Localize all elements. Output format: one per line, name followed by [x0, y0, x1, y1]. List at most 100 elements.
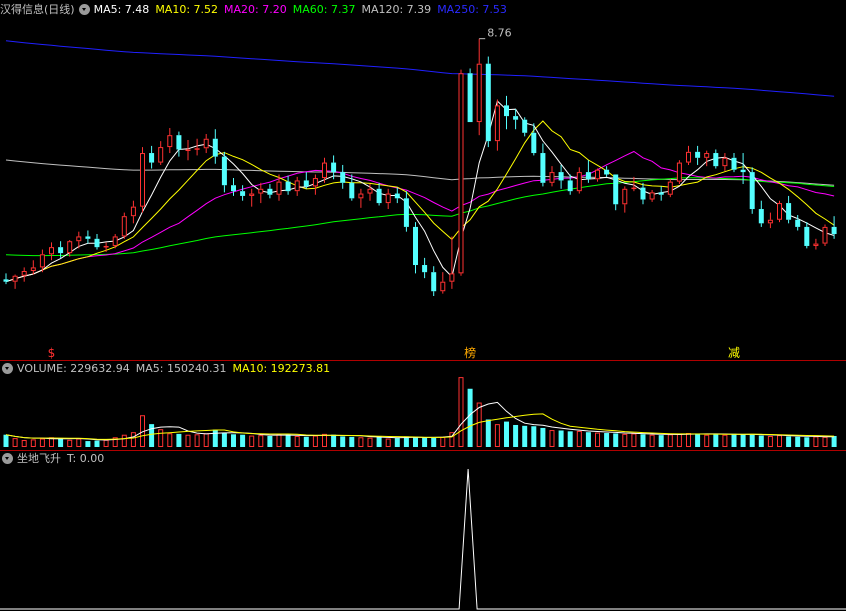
candle-body-down — [240, 191, 246, 196]
candle-body-up — [576, 172, 582, 192]
candle-body-down — [376, 188, 382, 204]
candle-body-up — [622, 188, 628, 205]
volume-bar-down — [349, 436, 355, 447]
candle-body-down — [485, 63, 491, 142]
volume-bar-up — [121, 434, 127, 447]
volume-bar-down — [431, 437, 437, 447]
volume-bar-down — [240, 434, 246, 447]
candle-body-down — [585, 172, 591, 180]
volume-bar-up — [576, 430, 582, 448]
candle-body-down — [604, 169, 610, 175]
candle-body-up — [686, 151, 691, 163]
candle-body-up — [440, 281, 446, 292]
volume-bar-up — [595, 432, 600, 447]
volume-bar-up — [203, 433, 209, 447]
candle-body-down — [786, 203, 792, 220]
candle-body-down — [567, 180, 573, 192]
candle-body-down — [413, 226, 418, 266]
volume-dropdown-icon[interactable] — [2, 363, 13, 374]
volume-bar-down — [176, 433, 182, 447]
volume-bar-down — [394, 438, 400, 447]
candle-body-down — [658, 192, 664, 195]
volume-bar-up — [385, 438, 391, 447]
volume-bar-down — [422, 437, 428, 447]
candle-body-down — [795, 219, 801, 227]
volume-bar-up — [249, 435, 255, 447]
indicator-t-label: T: 0.00 — [67, 452, 105, 465]
volume-bar-down — [695, 433, 701, 447]
volume-bar-up — [30, 439, 36, 448]
candle-body-up — [76, 236, 82, 242]
volume-bar-down — [731, 433, 737, 447]
candle-body-down — [349, 182, 355, 199]
volume-bar-down — [340, 436, 346, 447]
volume-bar-up — [813, 436, 819, 448]
volume-bar-down — [413, 436, 418, 447]
candle-body-down — [540, 153, 546, 183]
volume-bar-down — [786, 436, 792, 447]
price-chart[interactable]: 8.76 $ 榜 减 — [0, 0, 846, 360]
volume-bar-down — [85, 441, 91, 447]
candle-body-up — [777, 203, 782, 220]
ma250-line — [5, 40, 835, 97]
candle-body-up — [294, 180, 300, 192]
candle-body-up — [67, 241, 73, 254]
volume-bar-down — [212, 429, 218, 447]
volume-bar-down — [513, 424, 519, 447]
volume-bar-down — [749, 434, 755, 447]
volume-bar-up — [167, 433, 173, 447]
candle-body-up — [385, 193, 391, 204]
volume-bar-up — [822, 436, 828, 448]
volume-bar-up — [39, 438, 45, 447]
volume-bar-down — [585, 432, 591, 447]
candle-body-down — [504, 105, 509, 117]
indicator-chart[interactable] — [0, 451, 846, 611]
candle-body-down — [740, 169, 746, 173]
candle-body-down — [394, 193, 400, 199]
candle-body-down — [804, 226, 810, 246]
volume-bar-down — [467, 388, 473, 447]
volume-bar-up — [704, 434, 710, 447]
volume-bar-down — [658, 435, 664, 447]
volume-bar-up — [649, 434, 655, 447]
candle-body-down — [431, 272, 437, 292]
volume-bar-down — [758, 435, 764, 447]
volume-bar-down — [558, 430, 564, 447]
candle-body-up — [667, 181, 673, 195]
volume-bar-down — [267, 435, 273, 447]
volume-bar-up — [767, 435, 773, 447]
ma20-line — [5, 150, 835, 283]
volume-bar-down — [149, 424, 155, 447]
candle-body-up — [39, 254, 45, 268]
indicator-line — [0, 468, 846, 610]
candle-body-down — [613, 174, 619, 205]
volume-bar-up — [622, 433, 628, 448]
volume-bar-up — [76, 438, 82, 447]
candle-body-up — [722, 157, 728, 167]
candle-body-up — [767, 219, 773, 224]
indicator-dropdown-icon[interactable] — [2, 453, 13, 464]
indicator-header: 坐地飞升 T: 0.00 — [0, 452, 110, 466]
candle-body-up — [167, 135, 173, 148]
candle-body-down — [467, 73, 473, 123]
volume-bar-down — [831, 435, 837, 447]
volume-bar-up — [258, 435, 264, 447]
candle-body-up — [185, 149, 191, 151]
volume-bar-down — [94, 440, 100, 447]
candle-body-up — [813, 243, 819, 246]
candle-body-down — [285, 181, 291, 192]
volume-header: VOLUME: 229632.94 MA5: 150240.31 MA10: 192… — [0, 362, 336, 376]
candle-body-down — [403, 198, 409, 227]
volume-ma10-line — [5, 413, 835, 440]
candle-body-down — [558, 172, 564, 181]
volume-bar-down — [604, 433, 610, 447]
volume-bar-down — [3, 434, 9, 447]
candle-body-up — [822, 226, 828, 244]
volume-bar-down — [285, 434, 291, 447]
volume-ma5-label: MA5: 150240.31 — [135, 362, 227, 375]
candle-body-down — [531, 132, 537, 154]
candle-body-down — [713, 153, 719, 167]
candle-body-up — [12, 275, 18, 282]
candle-body-down — [422, 265, 428, 273]
volume-bar-up — [194, 434, 200, 448]
